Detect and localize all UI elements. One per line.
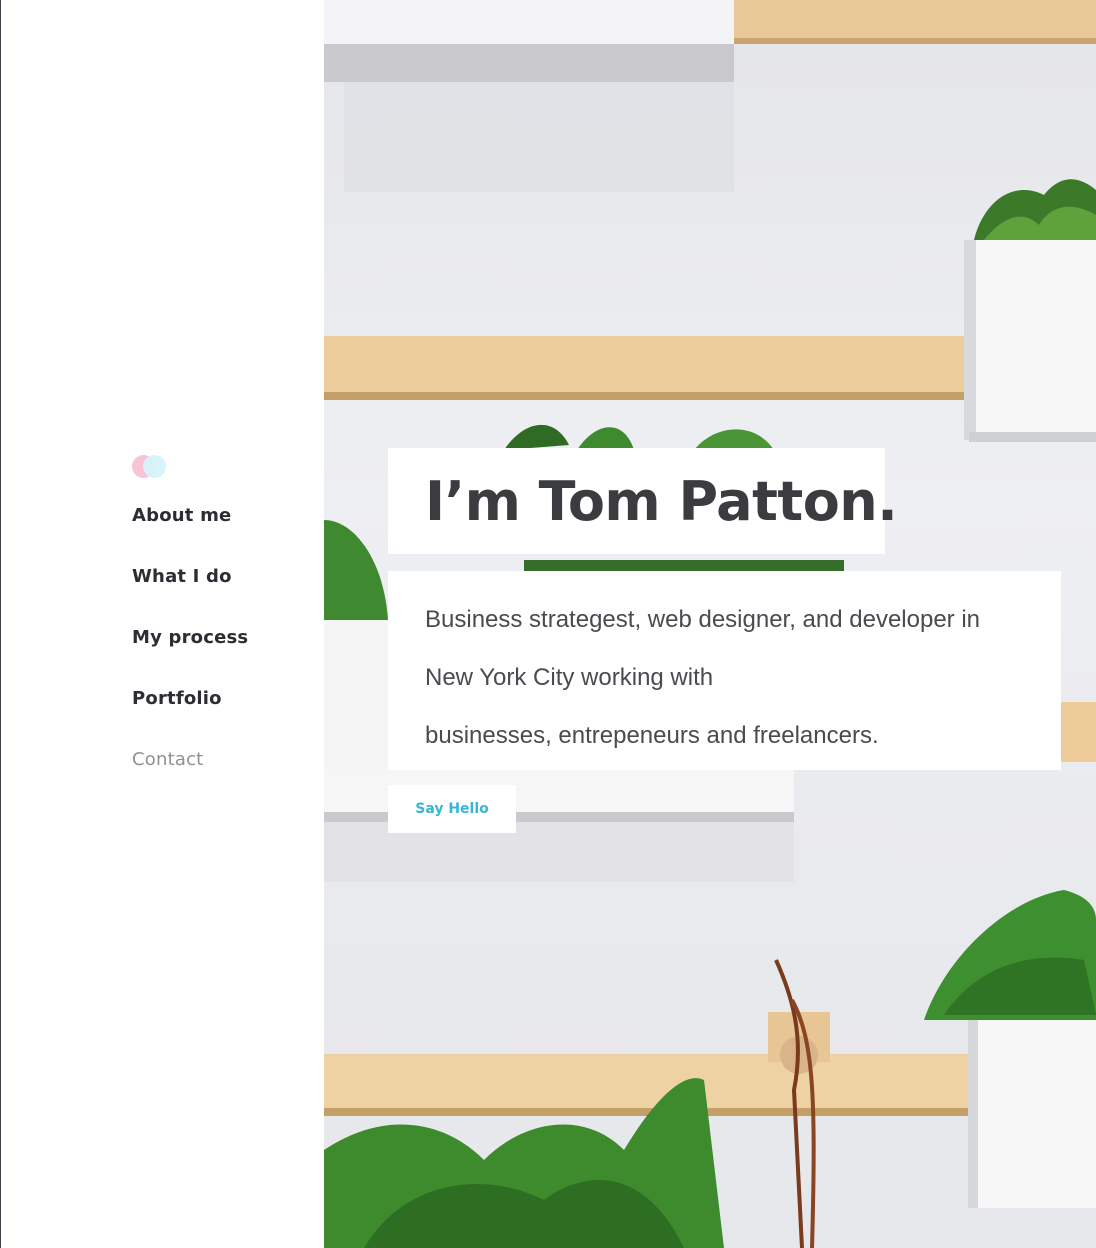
- hero-description-line-3: businesses, entrepeneurs and freelancers…: [425, 722, 879, 749]
- hero-description-box: Business strategest, web designer, and d…: [388, 571, 1061, 770]
- say-hello-button[interactable]: Say Hello: [388, 785, 516, 833]
- hero-description-line-1: Business strategest, web designer, and d…: [425, 606, 981, 633]
- nav-item-about: About me: [132, 505, 248, 566]
- main-nav: About me What I do My process Portfolio …: [132, 505, 248, 810]
- nav-link-what-i-do[interactable]: What I do: [132, 566, 232, 587]
- hero-description-line-2: New York City working with: [425, 664, 714, 691]
- hero-title: I’m Tom Patton.: [425, 469, 898, 533]
- logo-circle-cyan: [143, 455, 166, 478]
- logo-icon[interactable]: [132, 455, 168, 479]
- nav-link-portfolio[interactable]: Portfolio: [132, 688, 222, 709]
- nav-item-portfolio: Portfolio: [132, 688, 248, 749]
- nav-item-my-process: My process: [132, 627, 248, 688]
- nav-item-contact: Contact: [132, 749, 248, 810]
- hero-title-box: I’m Tom Patton.: [388, 448, 898, 554]
- nav-link-about-me[interactable]: About me: [132, 505, 231, 526]
- nav-link-contact[interactable]: Contact: [132, 749, 203, 770]
- nav-item-what-i-do: What I do: [132, 566, 248, 627]
- sidebar: About me What I do My process Portfolio …: [0, 0, 324, 1248]
- nav-link-my-process[interactable]: My process: [132, 627, 248, 648]
